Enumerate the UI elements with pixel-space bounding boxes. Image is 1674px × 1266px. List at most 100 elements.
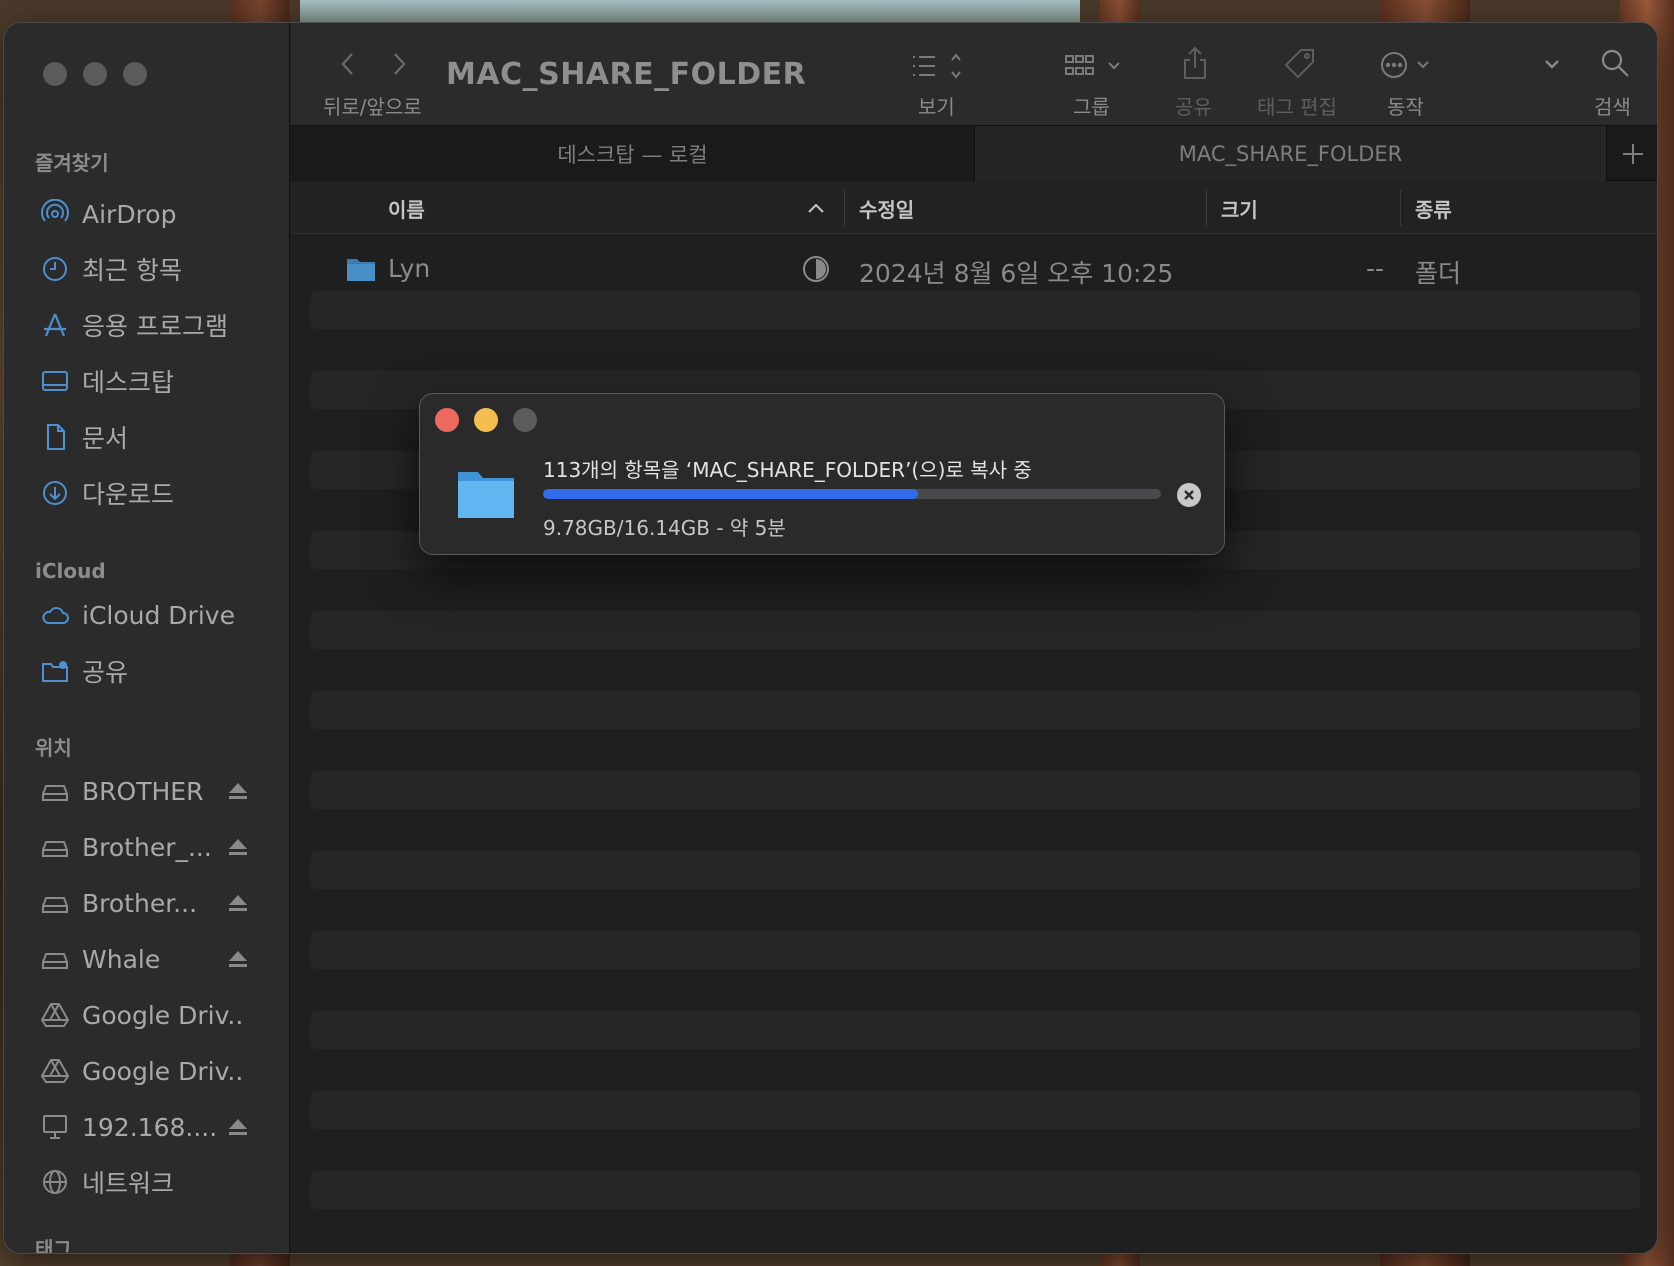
sidebar-item-desktop[interactable]: 데스크탑	[40, 361, 280, 401]
back-icon[interactable]	[335, 49, 361, 79]
empty-row	[310, 691, 1640, 729]
tab-bar: 데스크탑 — 로컬 MAC_SHARE_FOLDER	[291, 125, 1657, 182]
empty-row	[310, 1171, 1640, 1209]
drive-icon	[40, 776, 70, 806]
file-name: Lyn	[388, 254, 431, 283]
search-label: 검색	[1594, 95, 1631, 119]
sidebar-item-location[interactable]: Whale	[40, 939, 280, 979]
shared-folder-icon	[40, 656, 70, 686]
column-size[interactable]: 크기	[1221, 194, 1258, 223]
action-icon[interactable]	[1379, 49, 1437, 81]
sync-progress-icon	[801, 254, 831, 284]
document-icon	[40, 422, 70, 452]
back-forward-label: 뒤로/앞으로	[323, 95, 422, 119]
chevron-down-icon[interactable]	[1541, 53, 1563, 75]
window-title: MAC_SHARE_FOLDER	[446, 57, 807, 92]
eject-icon[interactable]	[225, 946, 251, 972]
minimize-button[interactable]	[83, 62, 107, 86]
sidebar-item-shared[interactable]: 공유	[40, 651, 280, 691]
eject-icon[interactable]	[225, 834, 251, 860]
dialog-minimize-button[interactable]	[474, 408, 498, 432]
empty-row	[310, 1091, 1640, 1129]
column-divider[interactable]	[1206, 190, 1207, 226]
copy-progress-dialog: 113개의 항목을 ‘MAC_SHARE_FOLDER’(으)로 복사 중 9.…	[419, 393, 1225, 555]
column-divider[interactable]	[844, 190, 845, 226]
sidebar-item-recents[interactable]: 최근 항목	[40, 249, 280, 289]
sidebar-section-favorites: 즐겨찾기	[35, 151, 109, 175]
zoom-button[interactable]	[123, 62, 147, 86]
sidebar-item-location[interactable]: Brother_...	[40, 827, 280, 867]
close-icon	[1184, 490, 1194, 500]
sidebar-item-location[interactable]: Brother...	[40, 883, 280, 923]
computer-icon	[40, 1112, 70, 1142]
table-row[interactable]: Lyn 2024년 8월 6일 오후 10:25 -- 폴더	[291, 250, 1657, 290]
column-name[interactable]: 이름	[388, 194, 425, 223]
sidebar-section-tags: 태그	[35, 1237, 72, 1254]
list-view-icon[interactable]	[909, 51, 967, 81]
action-label: 동작	[1387, 95, 1424, 119]
tab-desktop-local[interactable]: 데스크탑 — 로컬	[291, 126, 974, 182]
main-content: 뒤로/앞으로 MAC_SHARE_FOLDER 보기 그룹 공유 태그 편집 동…	[291, 23, 1657, 1253]
folder-icon	[346, 256, 376, 282]
tag-icon[interactable]	[1283, 47, 1317, 81]
sidebar-item-network[interactable]: 네트워크	[40, 1162, 280, 1202]
toolbar: 뒤로/앞으로 MAC_SHARE_FOLDER 보기 그룹 공유 태그 편집 동…	[291, 23, 1657, 125]
dialog-zoom-button[interactable]	[513, 408, 537, 432]
file-size: --	[1366, 254, 1385, 283]
airdrop-icon	[40, 199, 70, 229]
drive-icon	[40, 832, 70, 862]
copy-title: 113개의 항목을 ‘MAC_SHARE_FOLDER’(으)로 복사 중	[543, 458, 1032, 482]
sidebar-item-icloud-drive[interactable]: iCloud Drive	[40, 595, 280, 635]
dialog-close-button[interactable]	[435, 408, 459, 432]
file-modified: 2024년 8월 6일 오후 10:25	[859, 259, 1174, 288]
eject-icon[interactable]	[225, 1114, 251, 1140]
sidebar-item-location[interactable]: 192.168....	[40, 1107, 280, 1147]
copy-status: 9.78GB/16.14GB - 약 5분	[543, 516, 786, 540]
empty-row	[310, 291, 1640, 329]
sidebar-item-location[interactable]: Google Driv...	[40, 995, 280, 1035]
drive-icon	[40, 888, 70, 918]
empty-row	[310, 1011, 1640, 1049]
google-drive-icon	[40, 1000, 70, 1030]
network-icon	[40, 1167, 70, 1197]
column-divider[interactable]	[1400, 190, 1401, 226]
tab-mac-share-folder[interactable]: MAC_SHARE_FOLDER	[974, 126, 1607, 182]
sidebar-item-documents[interactable]: 문서	[40, 417, 280, 457]
tag-edit-label: 태그 편집	[1257, 95, 1337, 119]
group-icon[interactable]	[1063, 51, 1125, 81]
view-label: 보기	[918, 95, 955, 119]
empty-row	[310, 611, 1640, 649]
sidebar-item-airdrop[interactable]: AirDrop	[40, 194, 280, 234]
desktop-icon	[40, 366, 70, 396]
eject-icon[interactable]	[225, 890, 251, 916]
cancel-copy-button[interactable]	[1177, 483, 1201, 507]
dialog-window-controls	[435, 408, 537, 432]
empty-row	[310, 771, 1640, 809]
drive-icon	[40, 944, 70, 974]
empty-row	[310, 931, 1640, 969]
plus-icon	[1623, 144, 1643, 164]
new-tab-button[interactable]	[1607, 126, 1657, 182]
column-kind[interactable]: 종류	[1415, 194, 1452, 223]
applications-icon	[40, 310, 70, 340]
copy-progress-fill	[543, 489, 918, 499]
forward-icon[interactable]	[386, 49, 412, 79]
sidebar-item-location[interactable]: Google Driv...	[40, 1051, 280, 1091]
sidebar-item-applications[interactable]: 응용 프로그램	[40, 305, 280, 345]
sort-ascending-icon[interactable]	[806, 200, 826, 216]
sidebar-item-location[interactable]: BROTHER	[40, 771, 280, 811]
sidebar-item-downloads[interactable]: 다운로드	[40, 473, 280, 513]
cloud-icon	[40, 600, 70, 630]
column-modified[interactable]: 수정일	[859, 194, 914, 223]
empty-row	[310, 851, 1640, 889]
sidebar-section-locations: 위치	[35, 736, 72, 760]
download-icon	[40, 478, 70, 508]
sidebar-section-icloud: iCloud	[35, 559, 106, 583]
copy-progress-bar	[543, 489, 1161, 499]
search-icon[interactable]	[1599, 47, 1631, 79]
close-button[interactable]	[43, 62, 67, 86]
column-header: 이름 수정일 크기 종류	[291, 182, 1657, 234]
google-drive-icon	[40, 1056, 70, 1086]
eject-icon[interactable]	[225, 778, 251, 804]
share-icon[interactable]	[1181, 45, 1209, 81]
